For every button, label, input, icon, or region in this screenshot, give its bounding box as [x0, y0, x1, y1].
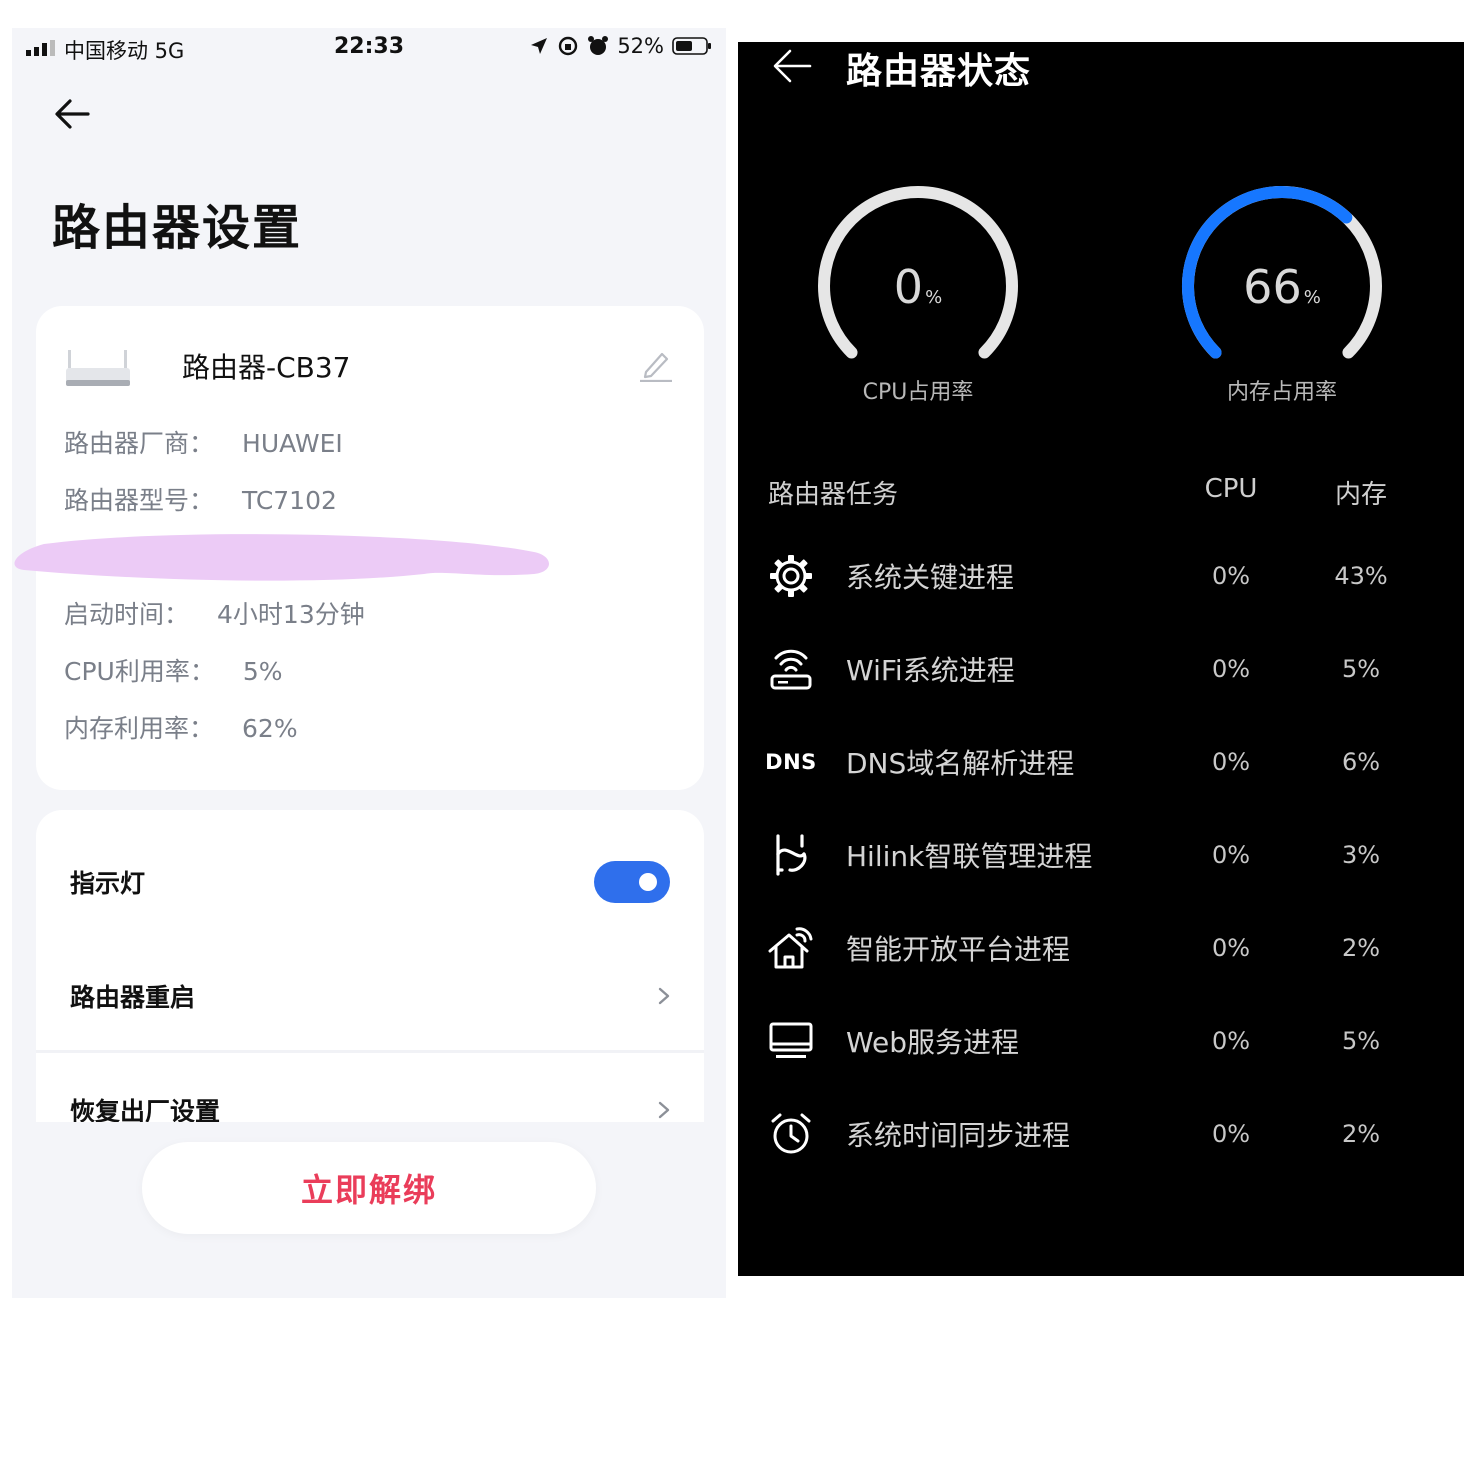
task-cpu: 0%: [1211, 841, 1251, 869]
task-memory: 5%: [1341, 1027, 1381, 1055]
task-name: WiFi系统进程: [846, 654, 1015, 687]
battery-icon: [672, 37, 711, 55]
task-cpu: 0%: [1211, 1027, 1251, 1055]
task-row: Hilink智联管理进程 0% 3%: [738, 825, 1464, 885]
task-row: 系统关键进程 0% 43%: [738, 546, 1464, 606]
indicator-light-row: 指示灯: [36, 826, 704, 938]
router-name: 路由器-CB37: [182, 351, 351, 384]
memory-gauge-unit: %: [1303, 287, 1321, 308]
router-device-icon: [66, 350, 130, 386]
uptime-label: 启动时间：: [64, 600, 190, 629]
memory-column-header: 内存: [1334, 480, 1387, 510]
task-name: 智能开放平台进程: [846, 933, 1071, 966]
memory-gauge: 66% 内存占用率: [1172, 182, 1392, 422]
back-arrow-icon[interactable]: [52, 96, 92, 132]
dns-icon: DNS: [764, 737, 818, 787]
orientation-lock-icon: [559, 36, 578, 56]
model-value: TC7102: [242, 486, 337, 515]
router-info-card: 路由器-CB37 路由器厂商： HUAWEI 路由器型号： TC7102 启动时间：…: [14, 306, 704, 790]
battery-percent: 52%: [617, 34, 664, 58]
alarm-clock-icon: [764, 1109, 818, 1159]
task-memory: 2%: [1341, 934, 1381, 962]
task-name: Web服务进程: [846, 1026, 1020, 1059]
task-row: 智能开放平台进程 0% 2%: [738, 918, 1464, 978]
router-settings-screen: 中国移动 5G 22:33 52% 路由器设置 路由器-CB37 路由器厂商： …: [12, 28, 726, 1298]
task-row: 系统时间同步进程 0% 2%: [738, 1104, 1464, 1164]
vendor-label: 路由器厂商：: [64, 429, 215, 458]
row-divider: [36, 1050, 704, 1053]
task-memory: 3%: [1341, 841, 1381, 869]
indicator-light-toggle[interactable]: [594, 861, 670, 903]
uptime-value: 4小时13分钟: [217, 600, 365, 629]
vendor-row: 路由器厂商： HUAWEI: [64, 424, 343, 460]
cpu-usage-label: CPU利用率：: [64, 657, 215, 686]
toggle-knob: [639, 873, 657, 891]
task-name: Hilink智联管理进程: [846, 840, 1093, 873]
page-title: 路由器状态: [846, 51, 1032, 92]
task-cpu: 0%: [1211, 655, 1251, 683]
task-column-header: 路由器任务: [768, 480, 899, 510]
task-name: DNS域名解析进程: [846, 747, 1075, 780]
chevron-right-icon: [658, 1101, 670, 1119]
memory-gauge-value: 66: [1243, 260, 1302, 314]
page-title: 路由器设置: [52, 200, 303, 256]
cpu-gauge-label: CPU占用率: [862, 380, 974, 405]
vendor-value: HUAWEI: [242, 429, 343, 458]
cpu-usage-row: CPU利用率： 5%: [64, 652, 283, 688]
task-cpu: 0%: [1211, 562, 1251, 590]
back-arrow-icon[interactable]: [770, 46, 814, 86]
memory-usage-row: 内存利用率： 62%: [64, 709, 298, 745]
alarm-icon: [588, 36, 609, 55]
task-memory: 5%: [1341, 655, 1381, 683]
memory-usage-label: 内存利用率：: [64, 714, 215, 743]
task-cpu: 0%: [1211, 1120, 1251, 1148]
task-memory: 6%: [1341, 748, 1381, 776]
router-restart-row[interactable]: 路由器重启: [36, 940, 704, 1052]
cpu-gauge: 0% CPU占用率: [808, 182, 1028, 422]
edit-pencil-icon[interactable]: [638, 346, 674, 382]
settings-card: 指示灯 路由器重启 恢复出厂设置: [36, 810, 704, 1170]
cpu-gauge-unit: %: [925, 287, 943, 308]
task-row: WiFi系统进程 0% 5%: [738, 639, 1464, 699]
model-label: 路由器型号：: [64, 486, 215, 515]
task-cpu: 0%: [1211, 934, 1251, 962]
chevron-right-icon: [658, 987, 670, 1005]
redaction-highlight: [14, 534, 549, 581]
memory-gauge-label: 内存占用率: [1226, 380, 1337, 405]
task-name: 系统关键进程: [846, 561, 1015, 594]
task-name: 系统时间同步进程: [846, 1119, 1071, 1152]
monitor-icon: [764, 1016, 818, 1066]
gear-icon: [764, 551, 818, 601]
task-memory: 2%: [1341, 1120, 1381, 1148]
router-status-screen: 路由器状态 0% CPU占用率 66% 内存占用率 路由器任务 CPU 内存 系…: [738, 42, 1464, 1276]
uptime-row: 启动时间： 4小时13分钟: [64, 595, 365, 631]
dns-icon-text: DNS: [765, 750, 817, 774]
task-row: DNS DNS域名解析进程 0% 6%: [738, 732, 1464, 792]
memory-usage-value: 62%: [242, 714, 298, 743]
status-bar: 中国移动 5G 22:33 52%: [12, 28, 726, 68]
task-memory: 43%: [1334, 562, 1388, 590]
tasks-table-header: 路由器任务 CPU 内存: [738, 474, 1464, 514]
smart-home-icon: [764, 923, 818, 973]
cpu-usage-value: 5%: [242, 657, 283, 686]
model-row: 路由器型号： TC7102: [64, 481, 337, 517]
task-row: Web服务进程 0% 5%: [738, 1011, 1464, 1071]
indicator-light-label: 指示灯: [70, 869, 146, 898]
cpu-column-header: CPU: [1204, 474, 1258, 504]
hilink-icon: [764, 830, 818, 880]
task-cpu: 0%: [1211, 748, 1251, 776]
location-arrow-icon: [531, 38, 548, 54]
wifi-router-icon: [764, 644, 818, 694]
router-restart-label: 路由器重启: [70, 983, 196, 1012]
unbind-button[interactable]: 立即解绑: [142, 1142, 596, 1234]
cpu-gauge-value: 0: [893, 260, 924, 314]
